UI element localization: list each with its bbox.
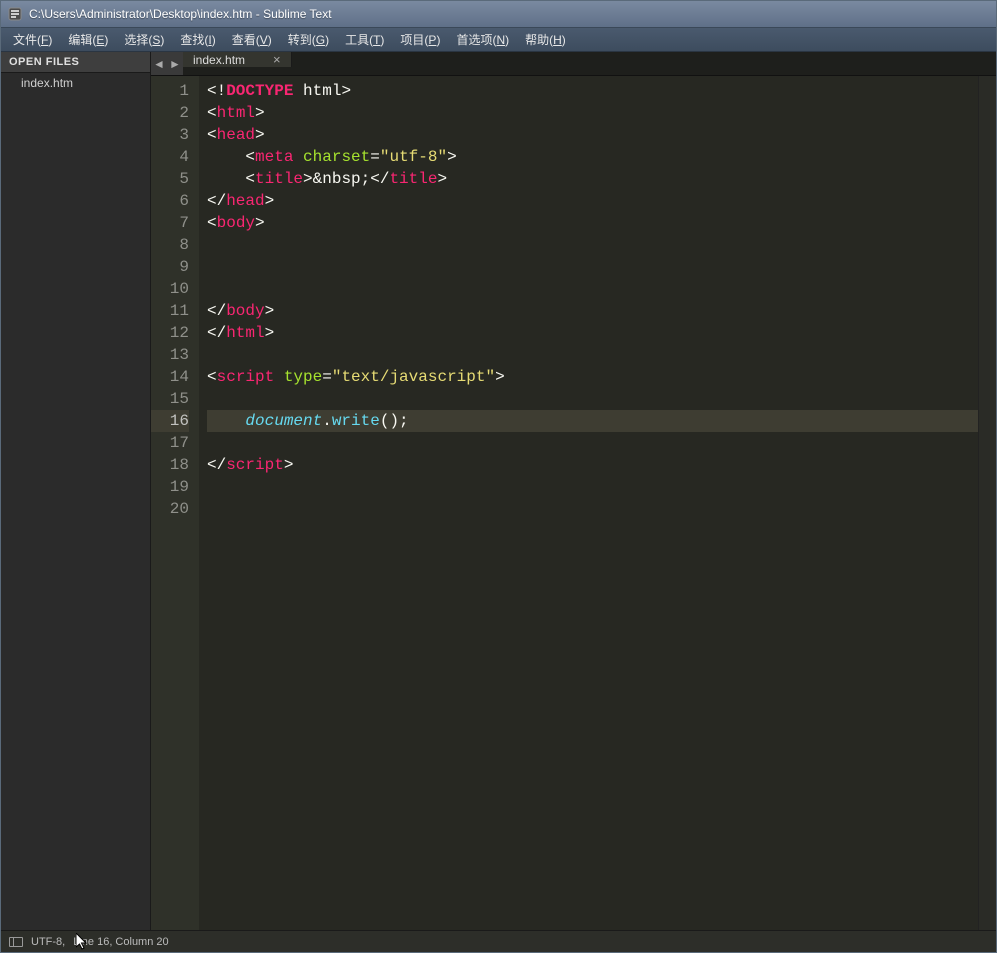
code-line[interactable]: document.write(); [207,410,978,432]
menu-item-8[interactable]: 首选项(N) [448,28,517,51]
titlebar[interactable]: C:\Users\Administrator\Desktop\index.htm… [1,1,996,28]
tab-label: index.htm [193,53,245,67]
app-window: C:\Users\Administrator\Desktop\index.htm… [0,0,997,953]
code-line[interactable]: <meta charset="utf-8"> [207,146,978,168]
code-line[interactable]: </script> [207,454,978,476]
panel-switcher-icon[interactable] [9,937,23,947]
line-number[interactable]: 13 [151,344,189,366]
sidebar-header: OPEN FILES [1,52,150,73]
code-line[interactable] [207,344,978,366]
menu-item-0[interactable]: 文件(F) [5,28,60,51]
code-line[interactable]: <head> [207,124,978,146]
nav-back-icon[interactable]: ◄ [151,52,167,76]
line-number[interactable]: 1 [151,80,189,102]
menu-item-6[interactable]: 工具(T) [337,28,392,51]
code-line[interactable] [207,256,978,278]
code-line[interactable]: <html> [207,102,978,124]
code-line[interactable] [207,234,978,256]
code-line[interactable] [207,432,978,454]
line-number[interactable]: 4 [151,146,189,168]
menubar: 文件(F)编辑(E)选择(S)查找(I)查看(V)转到(G)工具(T)项目(P)… [1,28,996,52]
app-icon [7,6,23,22]
menu-item-7[interactable]: 项目(P) [392,28,448,51]
code-line[interactable]: <body> [207,212,978,234]
tabbar: ◄ ► index.htm × [151,52,996,76]
gutter: 1234567891011121314151617181920 [151,76,199,930]
line-number[interactable]: 8 [151,234,189,256]
menu-item-2[interactable]: 选择(S) [116,28,172,51]
code-line[interactable] [207,498,978,520]
line-number[interactable]: 2 [151,102,189,124]
code-line[interactable]: </head> [207,190,978,212]
line-number[interactable]: 12 [151,322,189,344]
line-number[interactable]: 18 [151,454,189,476]
line-number[interactable]: 20 [151,498,189,520]
close-icon[interactable]: × [273,52,281,67]
minimap[interactable] [978,76,996,930]
line-number[interactable]: 6 [151,190,189,212]
code-line[interactable]: <script type="text/javascript"> [207,366,978,388]
code-line[interactable] [207,476,978,498]
nav-forward-icon[interactable]: ► [167,52,183,76]
line-number[interactable]: 14 [151,366,189,388]
line-number[interactable]: 10 [151,278,189,300]
status-position[interactable]: Line 16, Column 20 [73,936,168,948]
line-number[interactable]: 11 [151,300,189,322]
line-number[interactable]: 17 [151,432,189,454]
menu-item-3[interactable]: 查找(I) [172,28,223,51]
line-number[interactable]: 9 [151,256,189,278]
statusbar: UTF-8, Line 16, Column 20 [1,930,996,952]
code-content[interactable]: <!DOCTYPE html><html><head> <meta charse… [199,76,978,930]
code-line[interactable] [207,388,978,410]
window-title: C:\Users\Administrator\Desktop\index.htm… [29,7,332,21]
line-number[interactable]: 19 [151,476,189,498]
menu-item-5[interactable]: 转到(G) [280,28,337,51]
sidebar-file[interactable]: index.htm [1,73,150,93]
code-line[interactable]: </html> [207,322,978,344]
status-encoding[interactable]: UTF-8, [31,936,65,948]
line-number[interactable]: 16 [151,410,189,432]
code-editor[interactable]: 1234567891011121314151617181920 <!DOCTYP… [151,76,996,930]
menu-item-4[interactable]: 查看(V) [224,28,280,51]
line-number[interactable]: 15 [151,388,189,410]
content-area: OPEN FILES index.htm ◄ ► index.htm× 1234… [1,52,996,930]
line-number[interactable]: 7 [151,212,189,234]
editor-area: ◄ ► index.htm× 1234567891011121314151617… [151,52,996,930]
sidebar: OPEN FILES index.htm [1,52,151,930]
code-line[interactable]: <title>&nbsp;</title> [207,168,978,190]
line-number[interactable]: 3 [151,124,189,146]
code-line[interactable] [207,278,978,300]
code-line[interactable]: </body> [207,300,978,322]
menu-item-9[interactable]: 帮助(H) [517,28,574,51]
line-number[interactable]: 5 [151,168,189,190]
tab[interactable]: index.htm × [183,52,292,67]
menu-item-1[interactable]: 编辑(E) [60,28,116,51]
code-line[interactable]: <!DOCTYPE html> [207,80,978,102]
tab-nav-arrows: ◄ ► [151,52,183,75]
